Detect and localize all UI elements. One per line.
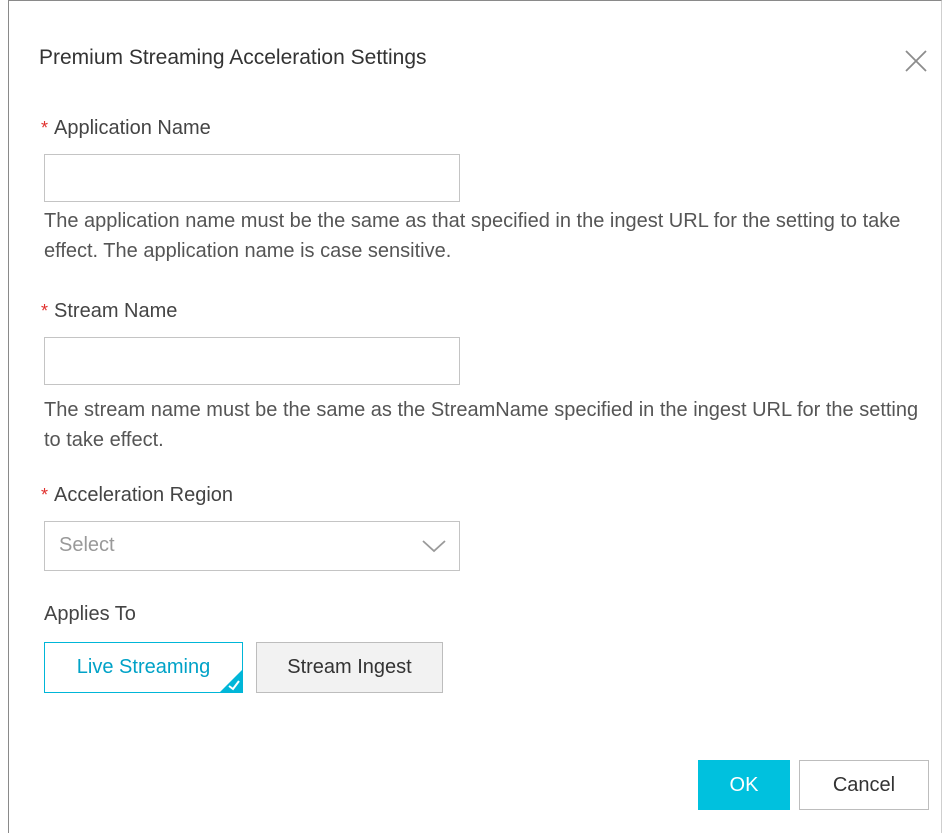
ok-button[interactable]: OK	[698, 760, 790, 810]
checkmark-icon	[220, 670, 242, 692]
acceleration-region-label-text: Acceleration Region	[54, 484, 234, 506]
close-icon	[905, 50, 927, 72]
required-mark: *	[41, 118, 49, 138]
close-button[interactable]	[903, 48, 929, 74]
applies-to-label: Applies To	[44, 603, 136, 625]
stream-name-hint: The stream name must be the same as the …	[44, 399, 919, 451]
application-name-hint: The application name must be the same as…	[44, 210, 901, 262]
dialog-title: Premium Streaming Acceleration Settings	[39, 46, 427, 69]
select-value: Select	[59, 534, 115, 556]
required-mark: *	[41, 485, 49, 505]
chevron-down-icon	[422, 540, 446, 553]
acceleration-region-label: * Acceleration Region	[41, 484, 233, 507]
application-name-input[interactable]	[44, 154, 460, 202]
live-streaming-option[interactable]: Live Streaming	[44, 642, 243, 693]
settings-dialog: Premium Streaming Acceleration Settings …	[8, 0, 942, 833]
live-streaming-label: Live Streaming	[76, 656, 211, 678]
stream-ingest-label: Stream Ingest	[287, 656, 412, 678]
stream-name-input[interactable]	[44, 337, 460, 385]
stream-name-label-text: Stream Name	[54, 300, 178, 322]
stream-ingest-option[interactable]: Stream Ingest	[256, 642, 443, 693]
stream-name-label: * Stream Name	[41, 300, 177, 323]
cancel-button[interactable]: Cancel	[799, 760, 929, 810]
required-mark: *	[41, 301, 49, 321]
acceleration-region-select[interactable]: Select	[44, 521, 460, 571]
application-name-label: * Application Name	[41, 117, 211, 140]
application-name-label-text: Application Name	[54, 117, 211, 139]
